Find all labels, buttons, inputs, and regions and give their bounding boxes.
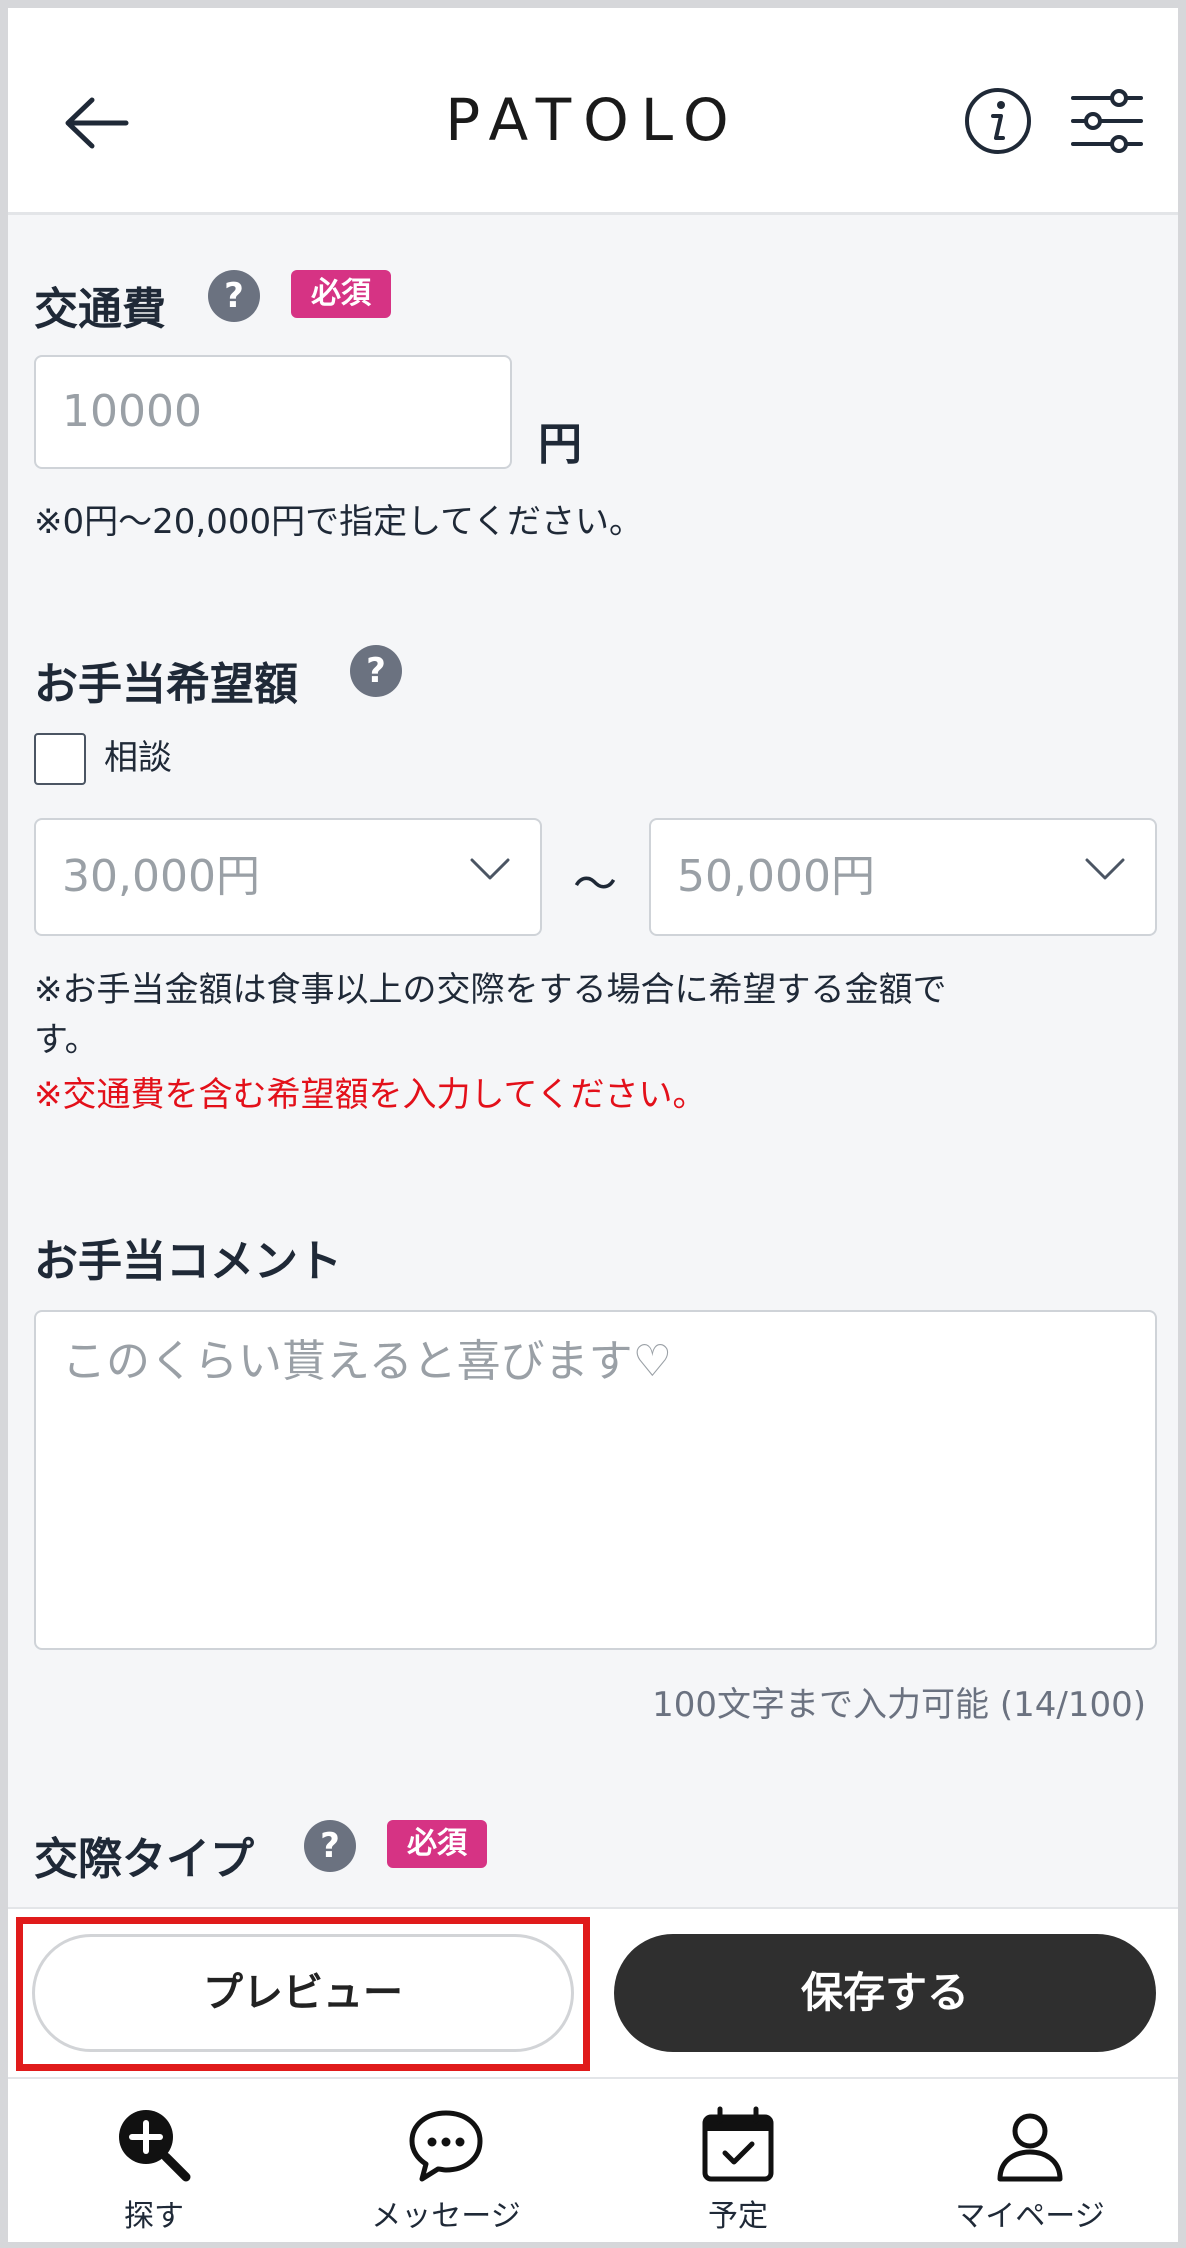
comment-title: お手当コメント: [34, 1236, 342, 1287]
nav-item-mypage[interactable]: マイページ: [884, 2079, 1176, 2242]
sliders-icon[interactable]: [1071, 88, 1143, 154]
form-content: 交通費 ? 必須 10000 円 ※0円〜20,000円で指定してください。 お…: [8, 215, 1178, 1905]
nav-item-schedule[interactable]: 予定: [592, 2079, 884, 2242]
allowance-min-value: 30,000円: [62, 851, 260, 902]
app-header: PATOLO: [8, 8, 1178, 215]
comment-textarea[interactable]: このくらい貰えると喜びます♡: [34, 1310, 1157, 1650]
range-separator: 〜: [573, 859, 617, 910]
transport-note: ※0円〜20,000円で指定してください。: [34, 502, 644, 542]
chat-bubble-icon: [409, 2110, 483, 2182]
nav-label: 予定: [708, 2199, 768, 2234]
char-counter: 100文字まで入力可能 (14/100): [652, 1685, 1146, 1725]
help-icon[interactable]: ?: [208, 270, 260, 322]
allowance-warning: ※交通費を含む希望額を入力してください。: [34, 1075, 707, 1115]
allowance-min-select[interactable]: 30,000円: [34, 818, 542, 936]
required-badge: 必須: [387, 1820, 487, 1868]
chevron-down-icon: [1085, 858, 1125, 880]
allowance-max-select[interactable]: 50,000円: [649, 818, 1157, 936]
nav-item-messages[interactable]: メッセージ: [300, 2079, 592, 2242]
consult-checkbox[interactable]: [34, 733, 86, 785]
transport-fee-input[interactable]: 10000: [34, 355, 512, 469]
chevron-down-icon: [470, 858, 510, 880]
required-badge: 必須: [291, 270, 391, 318]
transport-title: 交通費: [34, 284, 166, 335]
nav-item-search[interactable]: 探す: [8, 2079, 300, 2242]
info-circle-icon[interactable]: [963, 86, 1033, 156]
preview-button[interactable]: プレビュー: [32, 1934, 574, 2052]
bottom-nav: 探す メッセージ 予定 マイページ: [8, 2077, 1178, 2242]
user-icon: [997, 2113, 1063, 2182]
nav-label: メッセージ: [371, 2199, 521, 2234]
help-icon[interactable]: ?: [304, 1820, 356, 1872]
yen-unit: 円: [538, 419, 582, 470]
calendar-check-icon: [702, 2106, 774, 2182]
help-icon[interactable]: ?: [350, 645, 402, 697]
save-button[interactable]: 保存する: [614, 1934, 1156, 2052]
action-bar: プレビュー 保存する: [8, 1907, 1178, 2079]
consult-label: 相談: [104, 738, 172, 778]
nav-label: 探す: [124, 2199, 184, 2234]
allowance-max-value: 50,000円: [677, 851, 875, 902]
nav-label: マイページ: [955, 2199, 1105, 2234]
allowance-note-line1: ※お手当金額は食事以上の交際をする場合に希望する金額で: [34, 970, 947, 1010]
search-plus-icon: [119, 2110, 191, 2182]
allowance-note-line2: す。: [34, 1020, 99, 1060]
relation-type-title: 交際タイプ: [34, 1834, 254, 1885]
allowance-title: お手当希望額: [34, 659, 298, 710]
